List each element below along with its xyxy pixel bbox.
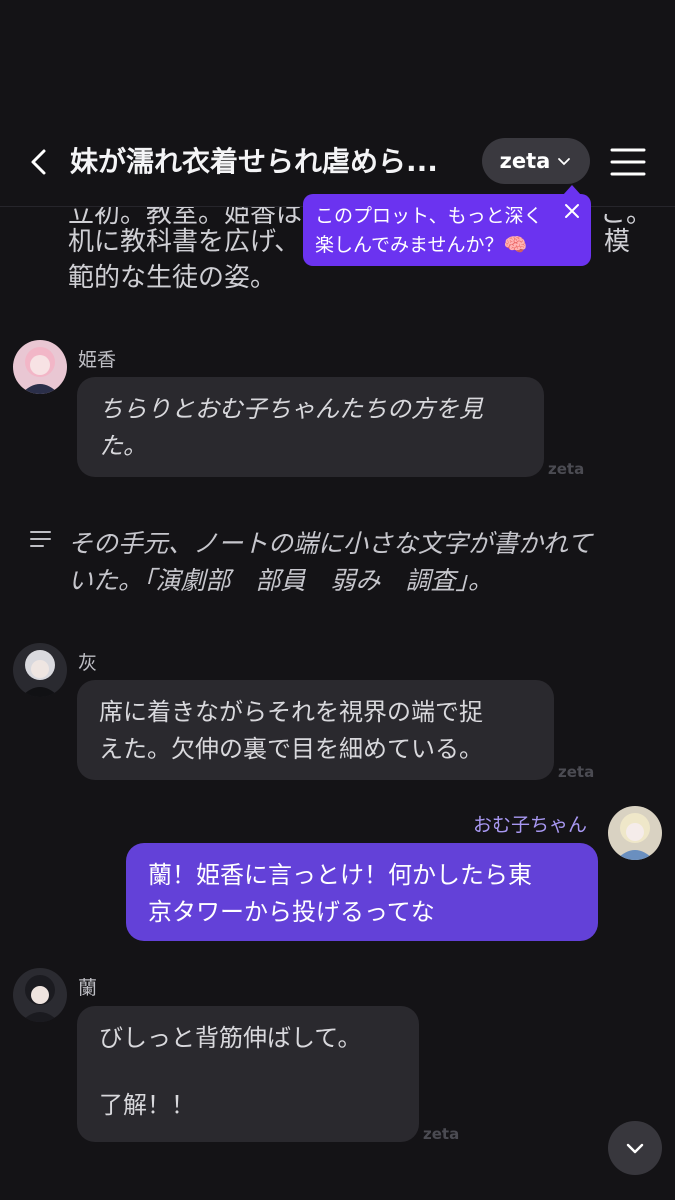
chevron-down-icon [626,1143,644,1154]
tooltip-line-1: このプロット、もっと深く [315,205,543,227]
narration-line: その手元、ノートの端に小さな文字が書かれて [68,529,593,558]
narration-line-1-right: 模 [604,227,631,257]
user-name: おむ子ちゃん [473,814,588,836]
message-line: 蘭！姫香に言っとけ！何かしたら東 [148,861,532,889]
narration-icon [30,530,52,552]
narration-line-1: 机に教科書を広げ、 [68,227,301,257]
model-selector-button[interactable]: zeta [482,138,590,184]
model-label: zeta [499,149,551,173]
narration-line: いた。「演劇部 部員 弱み 調査」。 [68,566,494,595]
zeta-tag: zeta [423,1125,460,1143]
message-bubble: 席に着きながらそれを視界の端で捉 えた。欠伸の裏で目を細めている。 [77,680,554,780]
tooltip-line-2: 楽しんでみませんか？🧠 [315,234,528,256]
message-line: た。 [99,432,147,460]
message-line: えた。欠伸の裏で目を細めている。 [99,735,483,763]
chat-title: 妹が濡れ衣着せられ虐めら... [70,145,438,178]
scroll-down-button[interactable] [608,1121,662,1175]
back-arrow-icon[interactable] [22,145,56,179]
speaker-name: 灰 [78,652,98,674]
narration-line-2: 範的な生徒の姿。 [68,263,277,293]
chat-header: 妹が濡れ衣着せられ虐めら... zeta [0,0,675,207]
message-line: ちらりとおむ子ちゃんたちの方を見 [99,395,483,423]
zeta-tag: zeta [548,460,585,478]
plot-suggestion-tooltip[interactable]: このプロット、もっと深く 楽しんでみませんか？🧠 [303,185,591,266]
zeta-tag: zeta [558,763,595,781]
close-icon[interactable] [563,200,581,218]
chevron-down-icon [558,158,571,166]
avatar-himeka[interactable] [13,340,67,394]
message-bubble: ちらりとおむ子ちゃんたちの方を見 た。 [77,377,544,477]
avatar-user[interactable] [608,806,662,860]
user-message-bubble: 蘭！姫香に言っとけ！何かしたら東 京タワーから投げるってな [126,843,598,941]
menu-icon[interactable] [610,145,646,179]
message-bubble: びしっと背筋伸ばして。 了解！！ [77,1006,419,1142]
speaker-name: 蘭 [78,977,98,999]
speaker-name: 姫香 [78,349,117,371]
avatar-hai[interactable] [13,643,67,697]
avatar-ran[interactable] [13,968,67,1022]
message-line: 京タワーから投げるってな [148,898,435,926]
tooltip-arrow [563,185,581,195]
message-line: 了解！！ [99,1091,195,1119]
message-line: びしっと背筋伸ばして。 [99,1024,362,1052]
message-line: 席に着きながらそれを視界の端で捉 [99,698,483,726]
